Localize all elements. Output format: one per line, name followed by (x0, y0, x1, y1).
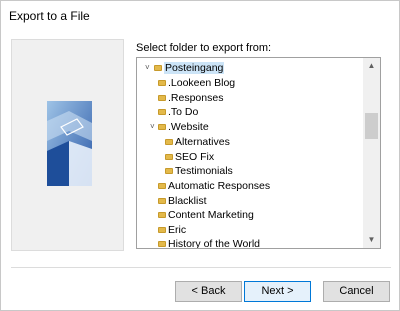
folder-icon (158, 109, 166, 115)
tree-item-automatic-responses[interactable]: Automatic Responses (158, 179, 270, 193)
tree-item-label: Content Marketing (168, 209, 254, 221)
export-dialog: Export to a File Select folder to export… (0, 0, 400, 311)
folder-icon (158, 227, 166, 233)
tree-item-label: Eric (168, 224, 187, 236)
tree-item-label: SEO Fix (175, 151, 215, 163)
folder-icon (158, 212, 166, 218)
tree-item-lookeen-blog[interactable]: .Lookeen Blog (158, 76, 235, 90)
scroll-up-arrow-icon[interactable]: ▲ (363, 58, 380, 74)
tree-item-blacklist[interactable]: Blacklist (158, 194, 207, 208)
tree-item-label: Posteingang (164, 62, 225, 74)
cancel-button[interactable]: Cancel (323, 281, 390, 302)
chevron-down-icon[interactable]: ˅ (145, 63, 153, 73)
tree-item-label: .Lookeen Blog (168, 77, 236, 89)
tree-item-posteingang[interactable]: ˅ Posteingang (145, 61, 225, 75)
tree-item-alternatives[interactable]: Alternatives (165, 135, 230, 149)
export-wizard-graphic (47, 101, 92, 186)
folder-tree-list: ˅ Posteingang .Lookeen Blog .Responses .… (137, 58, 364, 248)
title-bar: Export to a File (1, 1, 399, 31)
scrollbar-thumb[interactable] (365, 113, 378, 139)
next-button[interactable]: Next > (244, 281, 311, 302)
chevron-down-icon[interactable]: ˅ (150, 122, 158, 132)
tree-item-label: .Website (168, 121, 209, 133)
back-button[interactable]: < Back (175, 281, 242, 302)
tree-item-label: .To Do (168, 106, 199, 118)
tree-item-content-marketing[interactable]: Content Marketing (158, 208, 254, 222)
folder-tree[interactable]: ˅ Posteingang .Lookeen Blog .Responses .… (136, 57, 381, 249)
folder-icon (158, 198, 166, 204)
tree-item-seo-fix[interactable]: SEO Fix (165, 150, 214, 164)
tree-item-to-do[interactable]: .To Do (158, 105, 198, 119)
tree-item-label: History of the World (168, 238, 261, 249)
tree-item-label: Blacklist (168, 195, 207, 207)
wizard-graphic-panel (11, 39, 124, 251)
folder-icon (158, 124, 166, 130)
folder-prompt: Select folder to export from: (136, 42, 272, 54)
scroll-down-arrow-icon[interactable]: ▼ (363, 232, 380, 248)
folder-icon (165, 168, 173, 174)
tree-item-history-of-the-world[interactable]: History of the World (158, 237, 261, 249)
tree-item-label: Automatic Responses (168, 180, 271, 192)
folder-icon (165, 139, 173, 145)
folder-icon (154, 65, 162, 71)
tree-item-label: Testimonials (175, 165, 233, 177)
folder-icon (158, 95, 166, 101)
tree-item-eric[interactable]: Eric (158, 223, 186, 237)
tree-item-label: .Responses (168, 92, 224, 104)
footer-divider (11, 267, 391, 268)
tree-scrollbar[interactable]: ▲ ▼ (363, 58, 380, 248)
tree-item-testimonials[interactable]: Testimonials (165, 164, 233, 178)
tree-item-website[interactable]: ˅ .Website (150, 120, 209, 134)
folder-icon (158, 80, 166, 86)
tree-item-label: Alternatives (175, 136, 230, 148)
tree-item-responses[interactable]: .Responses (158, 91, 223, 105)
folder-icon (158, 241, 166, 247)
folder-icon (158, 183, 166, 189)
window-title: Export to a File (9, 9, 90, 23)
folder-icon (165, 154, 173, 160)
